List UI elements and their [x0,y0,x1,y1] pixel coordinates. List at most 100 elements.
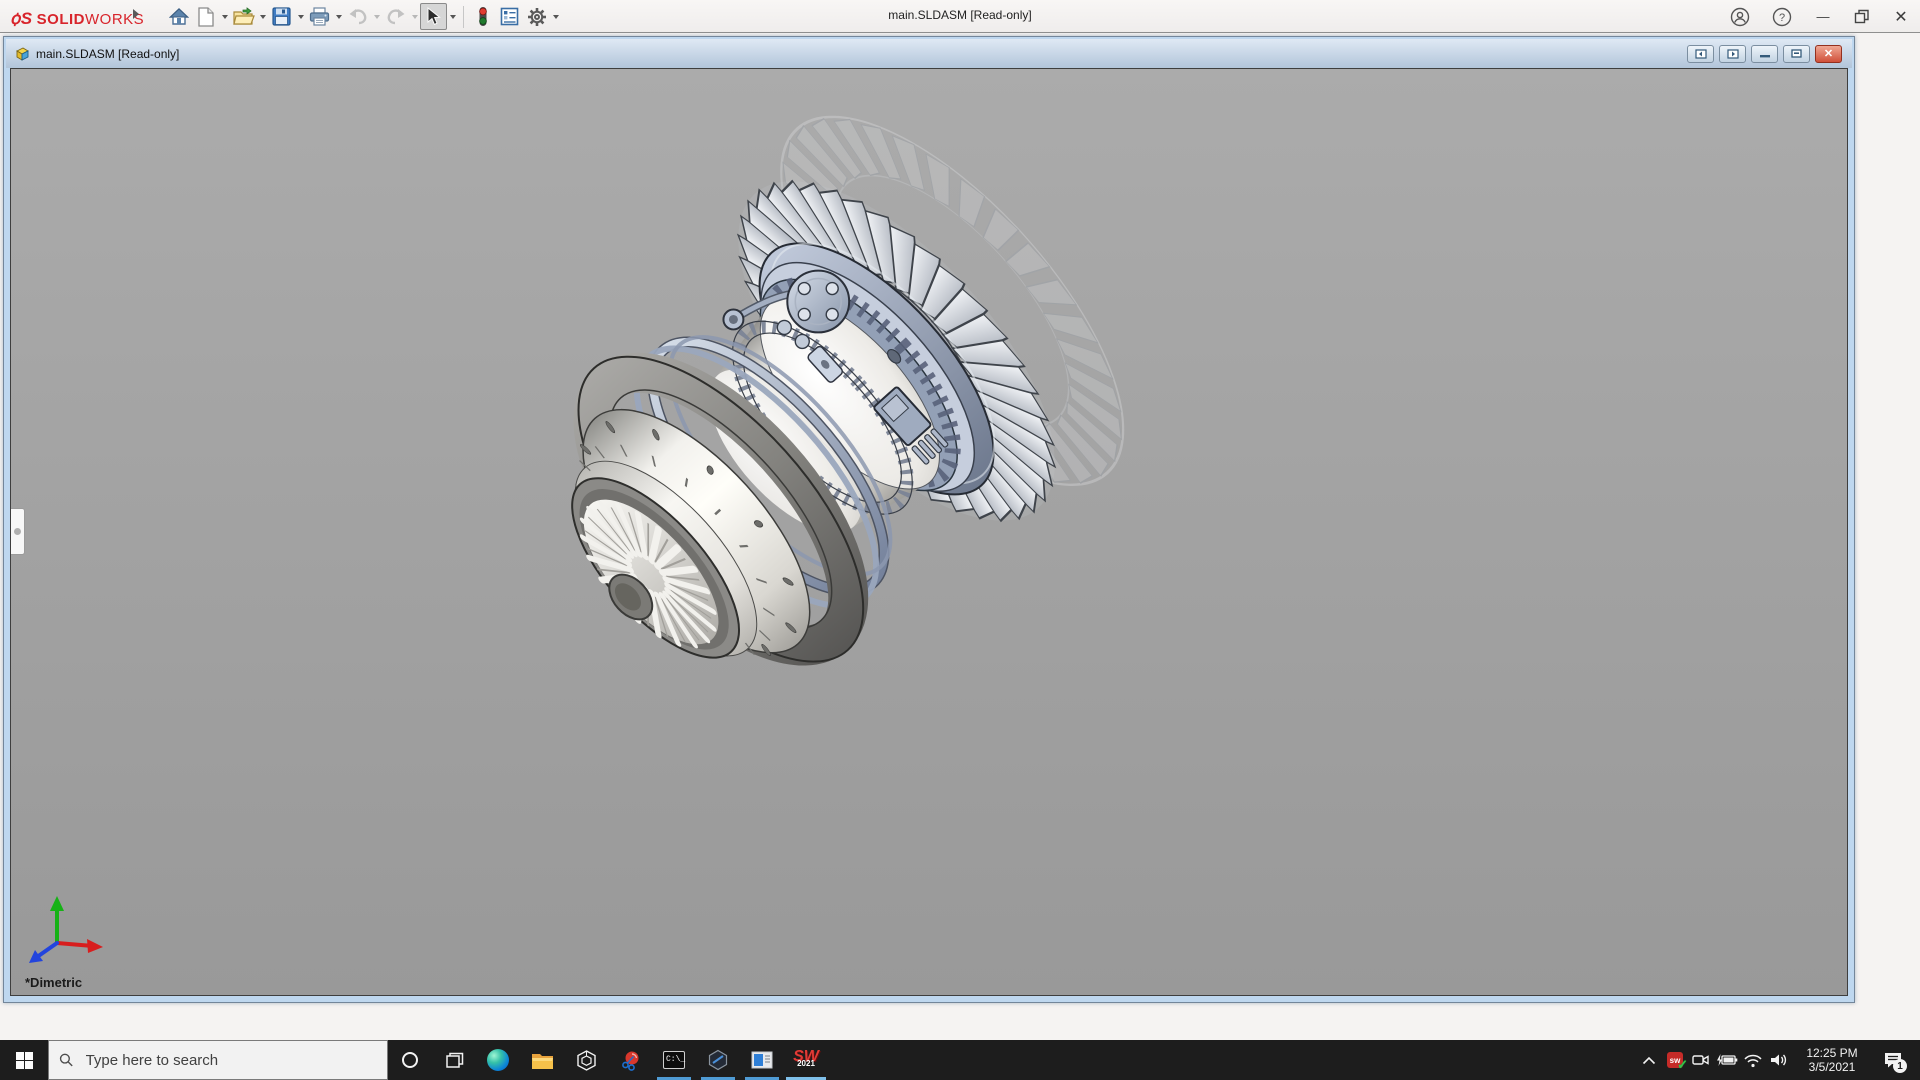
document-window-buttons: ✕ [1687,45,1842,63]
windows-logo-icon [16,1052,33,1069]
redo-dropdown[interactable] [409,3,420,30]
minimize-button[interactable]: — [1814,8,1832,26]
taskbar-app-remote-window[interactable] [740,1040,784,1080]
restore-button[interactable] [1854,9,1870,25]
3d-viewer-icon [576,1050,597,1071]
taskbar-app-edge[interactable] [476,1040,520,1080]
file-properties-button[interactable] [496,3,523,30]
document-restore-button[interactable] [1783,45,1810,63]
graphics-viewport[interactable]: *Dimetric [10,68,1848,996]
dev-hexagon-icon [707,1049,729,1071]
solidworks-logo-text: SOLIDWORKS [37,11,145,28]
battery-charging-icon [1716,1053,1738,1067]
wifi-icon [1743,1053,1763,1068]
search-input[interactable] [84,1051,377,1070]
chevron-up-icon [1642,1056,1656,1065]
tray-wifi[interactable] [1740,1040,1766,1080]
tray-meet-now[interactable] [1688,1040,1714,1080]
print-dropdown[interactable] [333,3,344,30]
task-view-button[interactable] [432,1040,476,1080]
select-cursor-icon [425,7,442,26]
save-dropdown[interactable] [295,3,306,30]
clock-time: 12:25 PM [1794,1046,1870,1060]
action-center-button[interactable]: 1 [1872,1040,1914,1080]
tray-volume[interactable] [1766,1040,1792,1080]
remote-window-icon [751,1051,773,1069]
taskbar-app-file-explorer[interactable] [520,1040,564,1080]
document-close-button[interactable]: ✕ [1815,45,1842,63]
toolbar-flyout-arrow-icon[interactable] [133,9,139,19]
pane-tab-dot-icon [14,528,21,535]
save-icon [272,7,291,26]
start-button[interactable] [0,1040,48,1080]
file-properties-icon [500,7,519,26]
document-titlebar: main.SLDASM [Read-only] ✕ [6,39,1852,68]
search-icon [59,1052,74,1068]
engine-lug-detail [723,309,743,329]
taskbar-search-box[interactable] [48,1040,388,1080]
toolbar-separator [463,6,464,28]
undo-icon [348,8,368,26]
select-tool-dropdown[interactable] [447,3,458,30]
options-dropdown[interactable] [550,3,561,30]
taskbar-app-solidworks[interactable]: SW 2021 [784,1040,828,1080]
view-orientation-label: *Dimetric [25,975,82,990]
tray-battery[interactable] [1714,1040,1740,1080]
close-button[interactable]: ✕ [1892,8,1910,26]
solidworks-app-window: ꟁS SOLIDWORKS [0,0,1920,1080]
home-button[interactable] [165,3,192,30]
taskbar-app-snip-sketch[interactable] [608,1040,652,1080]
task-view-icon [445,1052,464,1069]
feature-tree-collapse-tab[interactable] [11,508,25,555]
tile-left-button[interactable] [1687,45,1714,63]
edge-icon [487,1049,509,1071]
document-minimize-button[interactable] [1751,45,1778,63]
open-folder-icon [233,7,255,27]
undo-dropdown[interactable] [371,3,382,30]
taskbar-clock[interactable]: 12:25 PM 3/5/2021 [1792,1046,1872,1074]
windows-taskbar: C:\_ SW 2021 sw✓ [0,1040,1920,1080]
quick-access-toolbar [165,2,561,31]
open-dropdown[interactable] [257,3,268,30]
options-button[interactable] [523,3,550,30]
system-tray: sw✓ 12:25 PM 3/5/2021 1 [1636,1040,1920,1080]
undo-button[interactable] [344,3,371,30]
hidden-icons-chevron[interactable] [1636,1040,1662,1080]
app-titlebar: ꟁS SOLIDWORKS [0,0,1920,33]
taskbar-app-3d-viewer[interactable] [564,1040,608,1080]
new-document-button[interactable] [192,3,219,30]
titlebar-right-controls: ? — ✕ [1730,0,1910,33]
tile-right-button[interactable] [1719,45,1746,63]
solidworks-2021-icon: SW 2021 [793,1052,819,1069]
cortana-button[interactable] [388,1040,432,1080]
save-button[interactable] [268,3,295,30]
rebuild-button[interactable] [469,3,496,30]
home-icon [169,7,189,27]
engine-3d-model [11,69,1847,995]
notification-count-badge: 1 [1893,1059,1907,1073]
tray-solidworks-monitor[interactable]: sw✓ [1662,1040,1688,1080]
print-button[interactable] [306,3,333,30]
file-explorer-icon [531,1051,554,1070]
new-document-icon [197,7,215,27]
account-icon[interactable] [1730,7,1750,27]
meet-now-camera-icon [1691,1052,1711,1068]
help-icon[interactable]: ? [1772,7,1792,27]
print-icon [309,7,330,26]
open-button[interactable] [230,3,257,30]
options-gear-icon [527,7,547,27]
app-window-title: main.SLDASM [Read-only] [888,8,1031,22]
rebuild-traffic-light-icon [477,6,489,27]
new-document-dropdown[interactable] [219,3,230,30]
select-tool-button[interactable] [420,3,447,30]
solidworks-check-icon: sw✓ [1667,1052,1683,1068]
svg-text:?: ? [1779,12,1785,24]
taskbar-app-dev-hexagon[interactable] [696,1040,740,1080]
speaker-icon [1769,1052,1789,1068]
redo-button[interactable] [382,3,409,30]
document-window: main.SLDASM [Read-only] ✕ [3,36,1855,1003]
document-title: main.SLDASM [Read-only] [36,47,179,61]
command-prompt-icon: C:\_ [663,1051,685,1069]
solidworks-logo-glyph: ꟁS [10,6,33,29]
taskbar-app-command-prompt[interactable]: C:\_ [652,1040,696,1080]
